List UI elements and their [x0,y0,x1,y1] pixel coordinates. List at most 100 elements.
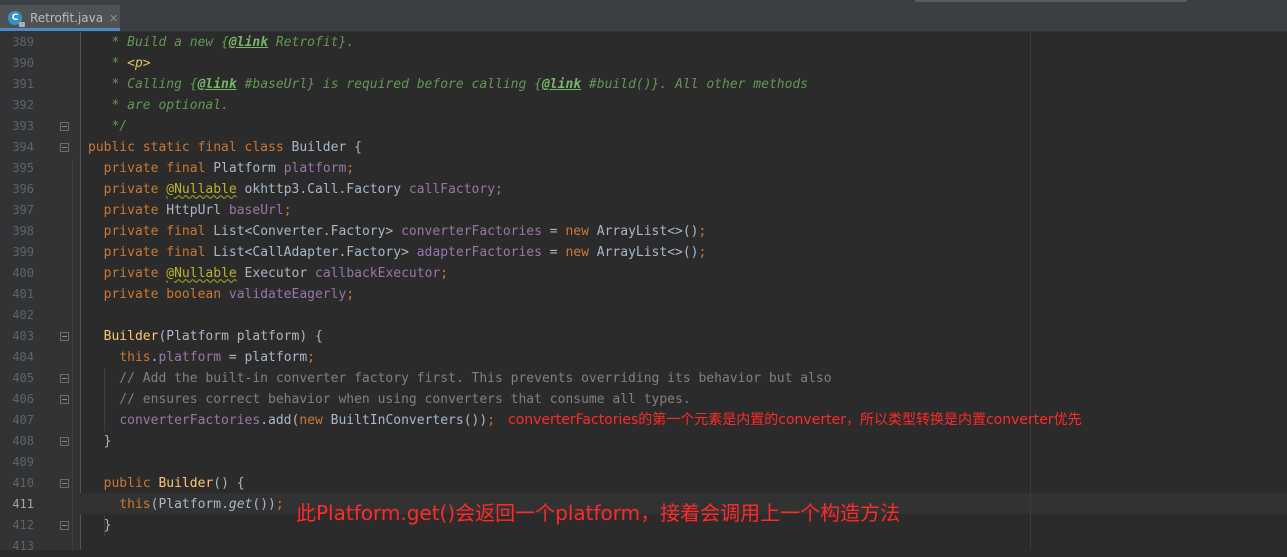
code-token: = [541,245,566,260]
code-token: .add( [260,413,300,428]
code-token: this [119,350,151,365]
fold-icon[interactable] [60,479,69,488]
line-number: 403 [12,329,34,343]
line-number: 401 [12,287,34,301]
code-token: (Platform platform) { [158,329,323,344]
annotation-line-411: 此Platform.get()会返回一个platform，接着会调用上一个构造方… [296,501,901,525]
line-number: 398 [12,224,34,238]
code-token: (Platform. [150,497,229,512]
code-token: ; [495,182,503,197]
tab-retrofit-java[interactable]: C Retrofit.java ✕ [0,5,120,31]
code-token: <p> [127,56,151,71]
code-token: * [88,56,128,71]
code-token: private [103,182,167,197]
code-line[interactable]: * Calling {@link #baseUrl} is required b… [88,74,808,95]
code-line[interactable]: * Build a new {@link Retrofit}. [88,32,354,53]
code-line[interactable]: this(Platform.get()); [88,494,284,515]
code-line[interactable]: private final List<Converter.Factory> co… [88,221,707,242]
fold-icon[interactable] [60,332,69,341]
code-token: ; [275,497,284,512]
code-line[interactable]: private boolean validateEagerly; [88,284,354,305]
code-token: * Build a new { [88,35,229,50]
code-token: this [119,497,151,512]
line-number: 409 [12,455,34,469]
code-token: BuiltInConverters()) [330,413,488,428]
fold-icon[interactable] [60,437,69,446]
code-line[interactable]: // ensures correct behavior when using c… [88,389,690,410]
code-token: get [228,497,253,512]
code-token: ; [346,161,355,176]
line-number: 396 [12,182,34,196]
line-number: 392 [12,98,34,112]
code-token: @link [541,77,582,92]
code-line[interactable]: Builder(Platform platform) { [88,326,323,347]
code-line[interactable]: */ [88,116,127,137]
code-line[interactable]: private final Platform platform; [88,158,354,179]
code-line[interactable]: private @Nullable okhttp3.Call.Factory c… [88,179,503,200]
code-token: Executor [236,266,316,281]
gutter-divider [80,32,81,550]
code-token: ; [346,287,355,302]
fold-icon[interactable] [60,122,69,131]
code-line[interactable]: * are optional. [88,95,228,116]
code-token: Platform [213,161,284,176]
code-token: @Nullable [166,266,237,281]
code-token: new [565,224,597,239]
code-token: () { [213,476,245,491]
code-token: platform [283,161,347,176]
code-line[interactable]: // Add the built-in converter factory fi… [88,368,831,389]
code-line[interactable]: private @Nullable Executor callbackExecu… [88,263,448,284]
code-token: Builder [103,329,159,344]
fold-icon[interactable] [60,395,69,404]
fold-icon[interactable] [60,374,69,383]
code-token: ; [487,413,496,428]
code-token: private boolean [103,287,229,302]
line-number: 395 [12,161,34,175]
tab-filename: Retrofit.java [30,11,104,25]
line-number: 404 [12,350,34,364]
code-token: List<Converter.Factory> [213,224,402,239]
code-line[interactable]: * <p> [88,53,151,74]
line-number: 390 [12,56,34,70]
code-token: callFactory [408,182,496,197]
right-margin-guide [1030,32,1031,550]
code-token: Builder [158,476,214,491]
code-token: ; [440,266,449,281]
code-line[interactable]: converterFactories.add(new BuiltInConver… [88,410,495,431]
fold-icon[interactable] [60,521,69,530]
code-line[interactable]: this.platform = platform; [88,347,315,368]
close-icon[interactable]: ✕ [109,12,118,25]
code-line[interactable]: } [88,431,112,452]
code-token: } [88,434,112,449]
line-number: 391 [12,77,34,91]
code-token: @link [197,77,237,92]
line-number: 393 [12,119,34,133]
code-token: Builder { [291,140,362,155]
line-number: 402 [12,308,34,322]
code-token: private [103,266,167,281]
code-token: okhttp3.Call.Factory [236,182,409,197]
code-line[interactable]: public Builder() { [88,473,245,494]
fold-icon[interactable] [60,143,69,152]
code-token: ; [283,203,292,218]
code-line[interactable]: } [88,515,112,536]
code-token: ()) [252,497,276,512]
line-number: 389 [12,35,34,49]
line-number: 407 [12,413,34,427]
code-token: private [103,203,167,218]
line-number: 411 [12,497,34,511]
code-token: platform [158,350,222,365]
code-line[interactable]: private HttpUrl baseUrl; [88,200,292,221]
code-token: converterFactories [119,413,261,428]
code-line[interactable]: private final List<CallAdapter.Factory> … [88,242,707,263]
indent-guide [72,158,73,550]
code-token: #baseUrl} is required before calling { [236,77,542,92]
code-line[interactable]: public static final class Builder { [88,137,362,158]
code-token: Retrofit}. [268,35,355,50]
